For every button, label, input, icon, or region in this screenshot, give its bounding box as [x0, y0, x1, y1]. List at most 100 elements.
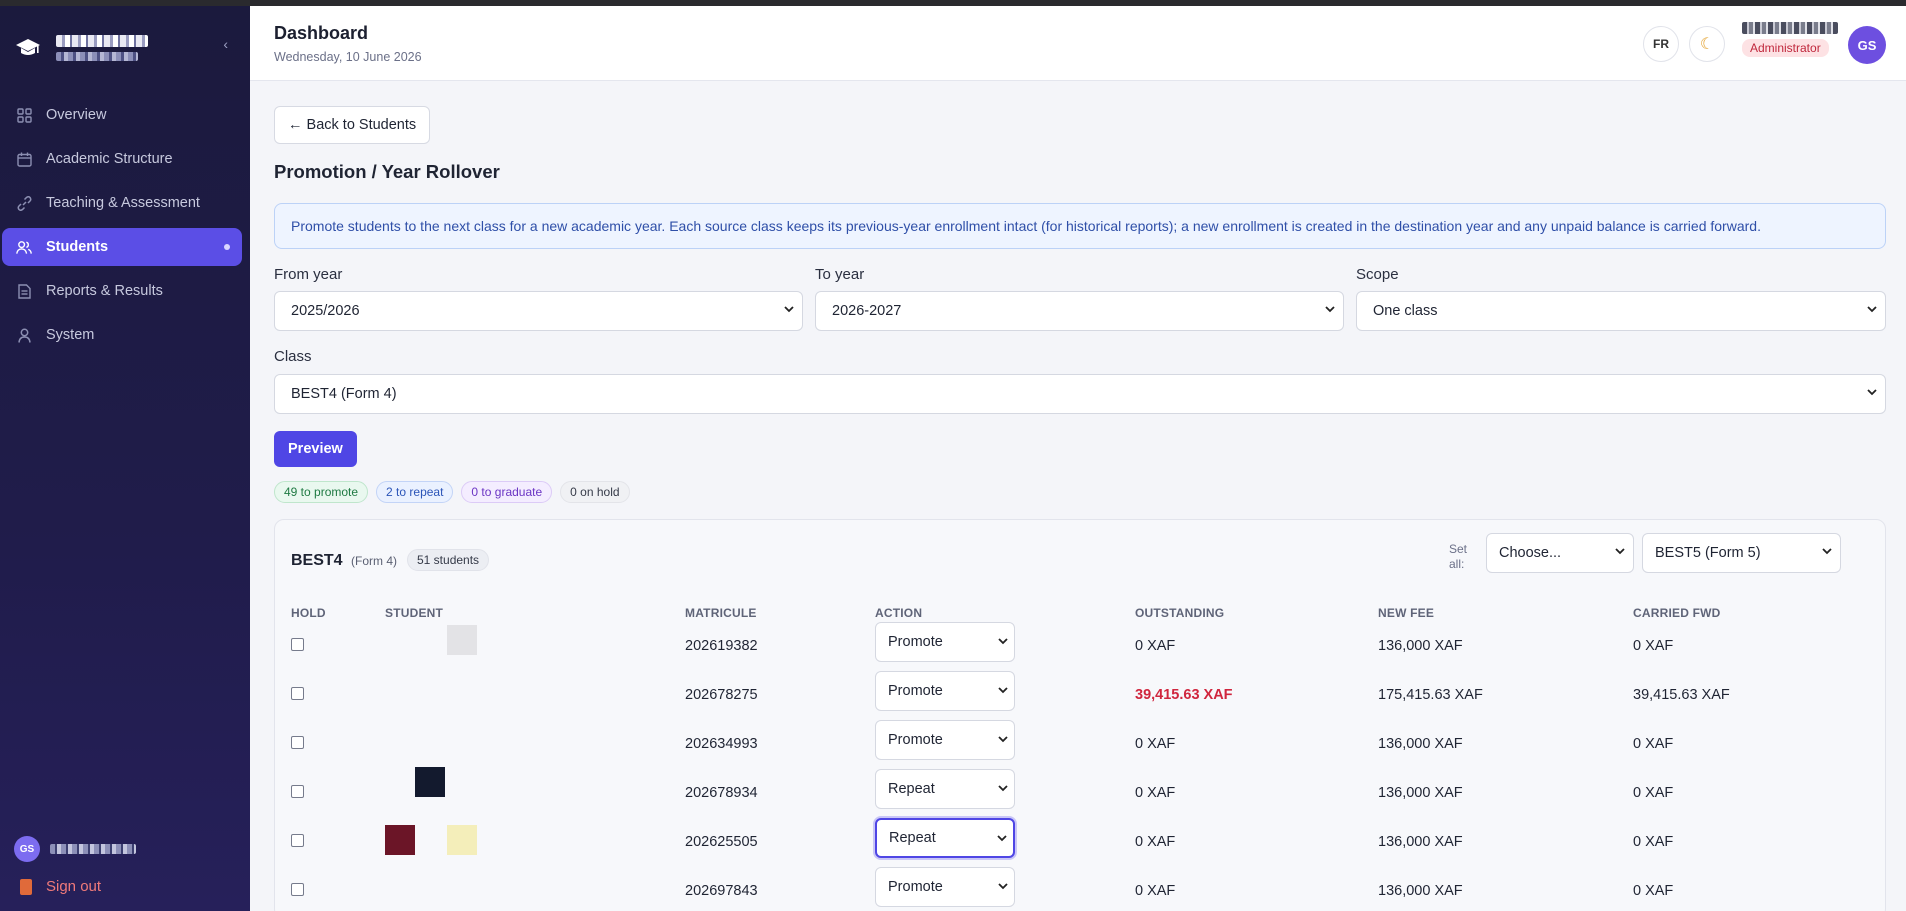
- to-year-label: To year: [815, 266, 865, 283]
- to-year-select[interactable]: 2026-2027: [815, 291, 1344, 331]
- preview-button[interactable]: Preview: [274, 431, 357, 467]
- back-to-students-button[interactable]: ← Back to Students: [274, 106, 431, 144]
- matricule-cell: 202619382: [685, 638, 758, 654]
- from-year-select[interactable]: 2025/2026: [274, 291, 803, 331]
- class-value: BEST4 (Form 4): [291, 386, 397, 402]
- column-header-carried-fwd: CARRIED FWD: [1633, 606, 1721, 620]
- sidebar-item-academic-structure[interactable]: Academic Structure: [2, 140, 242, 178]
- sidebar-item-system[interactable]: System: [2, 316, 242, 354]
- action-select[interactable]: Promote: [875, 720, 1015, 760]
- brand-name-redacted: [56, 35, 148, 61]
- matricule-cell: 202634993: [685, 736, 758, 752]
- hold-checkbox[interactable]: [291, 736, 304, 749]
- hold-checkbox[interactable]: [291, 785, 304, 798]
- from-year-value: 2025/2026: [291, 303, 360, 319]
- collapse-sidebar-icon[interactable]: ‹: [223, 36, 228, 52]
- outstanding-cell: 0 XAF: [1135, 834, 1176, 850]
- action-select[interactable]: Repeat: [875, 769, 1015, 809]
- column-header-action: ACTION: [875, 606, 923, 620]
- student-photo: [415, 767, 445, 797]
- set-all-label: Set all:: [1449, 542, 1468, 571]
- outstanding-cell: 0 XAF: [1135, 883, 1176, 899]
- student-photo: [447, 625, 477, 655]
- sidebar-item-label: Overview: [46, 107, 107, 123]
- document-icon: [16, 283, 32, 299]
- info-banner: Promote students to the next class for a…: [274, 203, 1886, 249]
- user-name-redacted: [50, 844, 136, 854]
- table-row: 202619382 Promote 0 XAF 136,000 XAF 0 XA…: [275, 622, 1885, 674]
- user-name-redacted: [1742, 22, 1838, 34]
- chevron-down-icon: [998, 687, 1008, 694]
- column-header-outstanding: OUTSTANDING: [1135, 606, 1225, 620]
- destination-class-select[interactable]: BEST5 (Form 5): [1642, 533, 1841, 573]
- matricule-cell: 202625505: [685, 834, 758, 850]
- hold-checkbox[interactable]: [291, 638, 304, 651]
- chevron-down-icon: [998, 736, 1008, 743]
- sidebar-item-overview[interactable]: Overview: [2, 96, 242, 134]
- sign-out-button[interactable]: Sign out: [20, 878, 101, 895]
- class-select[interactable]: BEST4 (Form 4): [274, 374, 1886, 414]
- sidebar-item-label: Teaching & Assessment: [46, 195, 200, 211]
- sidebar-item-label: System: [46, 327, 95, 343]
- page-title: Dashboard: [274, 23, 369, 43]
- outstanding-cell: 0 XAF: [1135, 736, 1176, 752]
- sign-out-label: Sign out: [46, 878, 102, 895]
- brand[interactable]: [14, 28, 244, 68]
- action-select[interactable]: Promote: [875, 622, 1015, 662]
- sidebar-item-label: Academic Structure: [46, 151, 173, 167]
- new-fee-cell: 136,000 XAF: [1378, 785, 1463, 801]
- chevron-down-icon: [1325, 306, 1335, 313]
- sidebar: ‹ Overview Academic Structure Teaching &…: [0, 6, 250, 911]
- action-value: Repeat: [889, 830, 936, 846]
- new-fee-cell: 136,000 XAF: [1378, 834, 1463, 850]
- action-select[interactable]: Promote: [875, 671, 1015, 711]
- header-user[interactable]: Administrator: [1742, 22, 1842, 57]
- new-fee-cell: 136,000 XAF: [1378, 638, 1463, 654]
- table-row: 202625505 Repeat 0 XAF 136,000 XAF 0 XAF: [275, 818, 1885, 870]
- chevron-down-icon: [784, 306, 794, 313]
- outstanding-cell: 0 XAF: [1135, 785, 1176, 801]
- user-icon: [16, 327, 32, 343]
- carried-fwd-cell: 0 XAF: [1633, 785, 1674, 801]
- action-select[interactable]: Promote: [875, 867, 1015, 907]
- matricule-cell: 202678275: [685, 687, 758, 703]
- hold-checkbox[interactable]: [291, 687, 304, 700]
- action-value: Promote: [888, 732, 943, 748]
- column-header-student: STUDENT: [385, 606, 444, 620]
- class-code: BEST4: [291, 552, 343, 569]
- hold-checkbox[interactable]: [291, 883, 304, 896]
- sidebar-user[interactable]: GS: [14, 836, 136, 862]
- sidebar-item-students[interactable]: Students: [2, 228, 242, 266]
- sidebar-nav: Overview Academic Structure Teaching & A…: [0, 96, 250, 360]
- scope-select[interactable]: One class: [1356, 291, 1886, 331]
- chevron-down-icon: [998, 883, 1008, 890]
- class-label: Class: [274, 348, 312, 365]
- column-header-new-fee: NEW FEE: [1378, 606, 1435, 620]
- outstanding-cell: 0 XAF: [1135, 638, 1176, 654]
- sidebar-item-label: Reports & Results: [46, 283, 163, 299]
- outstanding-cell: 39,415.63 XAF: [1135, 687, 1233, 703]
- sidebar-item-label: Students: [46, 239, 109, 255]
- set-all-value: Choose...: [1499, 545, 1562, 561]
- student-photo: [385, 825, 415, 855]
- action-value: Promote: [888, 879, 943, 895]
- avatar[interactable]: GS: [1848, 26, 1886, 64]
- graduate-count-badge: 0 to graduate: [461, 481, 553, 503]
- set-all-action-select[interactable]: Choose...: [1486, 533, 1634, 573]
- info-text: Promote students to the next class for a…: [291, 218, 1761, 234]
- repeat-count-badge: 2 to repeat: [376, 481, 454, 503]
- language-toggle-button[interactable]: FR: [1643, 26, 1679, 62]
- theme-toggle-moon-icon[interactable]: ☾: [1689, 26, 1725, 62]
- matricule-cell: 202697843: [685, 883, 758, 899]
- promote-count-badge: 49 to promote: [274, 481, 369, 503]
- chevron-down-icon: [998, 785, 1008, 792]
- sidebar-item-teaching-assessment[interactable]: Teaching & Assessment: [2, 184, 242, 222]
- action-select[interactable]: Repeat: [875, 818, 1015, 858]
- student-photo: [447, 825, 477, 855]
- sidebar-item-reports-results[interactable]: Reports & Results: [2, 272, 242, 310]
- scope-label: Scope: [1356, 266, 1399, 283]
- new-fee-cell: 136,000 XAF: [1378, 736, 1463, 752]
- action-value: Promote: [888, 634, 943, 650]
- table-row: 202697843 Promote 0 XAF 136,000 XAF 0 XA…: [275, 867, 1885, 911]
- hold-checkbox[interactable]: [291, 834, 304, 847]
